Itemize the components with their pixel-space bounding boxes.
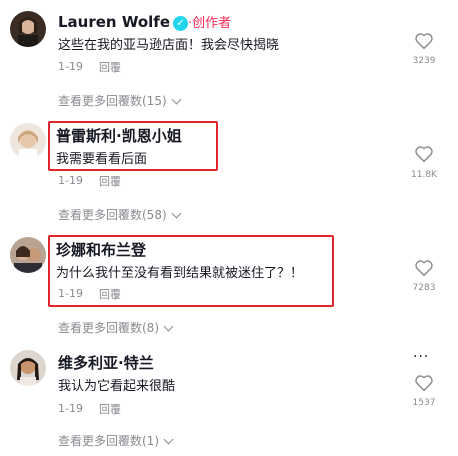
comment-date: 1-19 — [58, 174, 83, 187]
like-count: 1537 — [412, 398, 436, 408]
view-more-replies[interactable]: 查看更多回覆数(15) — [58, 92, 182, 109]
chevron-down-icon — [163, 434, 174, 445]
avatar[interactable] — [10, 350, 46, 386]
avatar[interactable] — [10, 237, 46, 273]
view-more-replies[interactable]: 查看更多回覆数(58) — [58, 206, 182, 223]
comment-text: 我认为它看起来很酷 — [58, 379, 176, 394]
comment-date: 1-19 — [58, 60, 83, 73]
reply-button[interactable]: 回覆 — [99, 173, 121, 189]
like-count: 7283 — [412, 283, 436, 293]
comment-text: 这些在我的亚马逊店面！我会尽快揭晓 — [58, 38, 280, 53]
avatar[interactable] — [10, 11, 46, 47]
more-dots-icon[interactable]: ··· — [413, 349, 429, 365]
comment-author[interactable]: 珍娜和布兰登 — [56, 239, 146, 260]
reply-button[interactable]: 回覆 — [99, 286, 121, 302]
heart-outline-icon[interactable] — [414, 259, 434, 277]
comment-text: 我需要看看后面 — [56, 152, 148, 167]
avatar[interactable] — [10, 123, 46, 159]
heart-outline-icon[interactable] — [414, 374, 434, 392]
verified-check-icon: ✓ — [173, 16, 188, 31]
comment-author[interactable]: 维多利亚·特兰 — [58, 352, 154, 373]
creator-badge: ·创作者 — [188, 16, 232, 31]
comment-date: 1-19 — [58, 287, 83, 300]
heart-outline-icon[interactable] — [414, 145, 434, 163]
comment-author[interactable]: 普雷斯利·凯恩小姐 — [56, 125, 182, 146]
chevron-down-icon — [171, 208, 182, 219]
reply-button[interactable]: 回覆 — [99, 401, 121, 417]
view-more-replies[interactable]: 查看更多回覆数(8) — [58, 319, 174, 336]
comment-author[interactable]: Lauren Wolfe ✓ ·创作者 — [58, 12, 231, 31]
comment-text: 为什么我什至没有看到结果就被迷住了？！ — [56, 266, 304, 281]
heart-outline-icon[interactable] — [414, 32, 434, 50]
like-count: 11.8K — [411, 170, 437, 180]
comment-date: 1-19 — [58, 402, 83, 415]
chevron-down-icon — [163, 321, 174, 332]
chevron-down-icon — [171, 94, 182, 105]
reply-button[interactable]: 回覆 — [99, 59, 121, 75]
view-more-replies[interactable]: 查看更多回覆数(1) — [58, 432, 174, 449]
like-count: 3239 — [412, 56, 436, 66]
